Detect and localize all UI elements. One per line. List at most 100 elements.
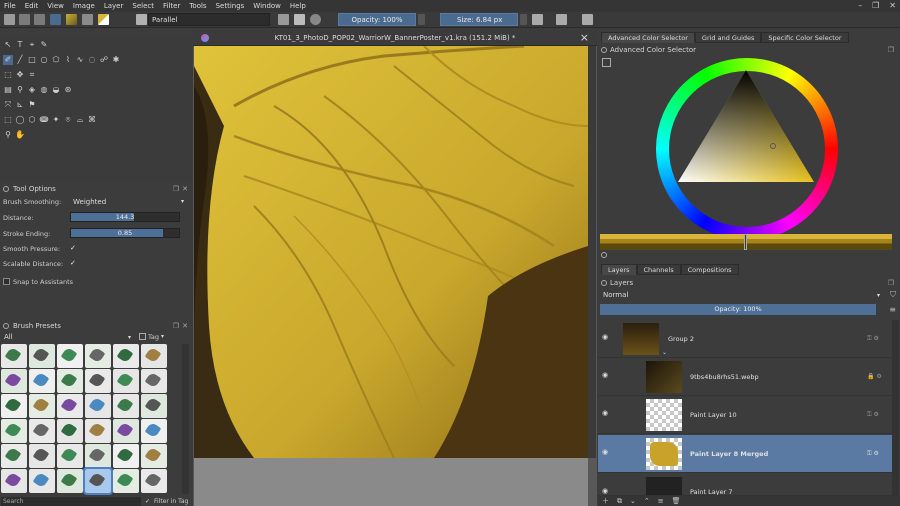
layer-row-image[interactable]: ◉ 9tbs4bu8rhs51.webp 🔒 ⚙ [598, 358, 892, 396]
brush-preset-item[interactable] [85, 369, 111, 393]
canvas-scroll-strip[interactable] [194, 458, 588, 506]
layer-state-icons[interactable]: ⚿ ⚙ [867, 335, 889, 342]
contiguous-select-icon[interactable]: ✦ [51, 115, 61, 125]
opacity-slider[interactable]: Opacity: 100% [338, 13, 416, 26]
brush-preset-item[interactable] [57, 444, 83, 468]
zoom-tool-icon[interactable]: ⚲ [3, 130, 13, 140]
ellipse-select-icon[interactable]: ◯ [15, 115, 25, 125]
brush-preset-item[interactable] [85, 344, 111, 368]
eye-icon[interactable]: ◉ [602, 410, 610, 417]
brush-preset-item[interactable] [57, 419, 83, 443]
brush-preset-item[interactable] [113, 394, 139, 418]
text-tool-icon[interactable]: T [15, 40, 25, 50]
snap-checkbox[interactable] [3, 278, 10, 285]
layer-row-paint-7[interactable]: ◉ Paint Layer 7 [598, 474, 892, 496]
brush-editor-icon[interactable] [50, 14, 61, 25]
brush-smoothing-select[interactable]: Weighted ▾ [70, 196, 187, 207]
float-panel-icon[interactable]: ❐ [888, 279, 894, 287]
line-tool-icon[interactable]: ╱ [15, 55, 25, 65]
brush-preset-item[interactable] [57, 344, 83, 368]
brush-search-input[interactable]: Search [1, 497, 141, 506]
delete-layer-icon[interactable]: 🗑 [672, 497, 681, 505]
color-swatch-icon[interactable] [98, 14, 109, 25]
brush-preset-item[interactable] [113, 444, 139, 468]
smooth-pressure-checkbox[interactable]: ✓ [70, 244, 78, 252]
menu-tools[interactable]: Tools [189, 2, 206, 10]
blend-mode-select[interactable]: Normal ▾ [600, 290, 882, 300]
brush-preset-item[interactable] [85, 419, 111, 443]
layers-scrollbar[interactable] [892, 320, 899, 496]
brush-preset-item[interactable] [1, 344, 27, 368]
size-spin-icon[interactable] [520, 14, 527, 25]
document-close-icon[interactable]: × [580, 30, 589, 46]
color-settings-icon[interactable] [602, 58, 611, 67]
preserve-alpha-icon[interactable] [294, 14, 305, 25]
select-shapes-icon[interactable]: ↖ [3, 40, 13, 50]
rectangle-tool-icon[interactable]: □ [27, 55, 37, 65]
menu-window[interactable]: Window [253, 2, 281, 10]
brush-preset-icon[interactable] [136, 14, 147, 25]
menu-help[interactable]: Help [290, 2, 306, 10]
size-slider[interactable]: Size: 6.84 px [440, 13, 518, 26]
restore-icon[interactable]: ❐ [872, 1, 879, 11]
brush-preset-item[interactable] [29, 369, 55, 393]
layer-menu-icon[interactable]: ≡ [889, 305, 896, 314]
lock-icon[interactable] [3, 185, 9, 192]
stroke-ending-slider[interactable]: 0.85 [70, 228, 180, 238]
brush-mode-select[interactable]: Parallel [148, 13, 270, 26]
mirror-vertical-icon[interactable] [556, 14, 567, 25]
add-layer-icon[interactable]: ＋ [602, 496, 609, 506]
brush-preset-item[interactable] [85, 444, 111, 468]
close-panel-icon[interactable]: ✕ [182, 185, 188, 193]
menu-filter[interactable]: Filter [163, 2, 180, 10]
polyline-tool-icon[interactable]: ⌇ [63, 55, 73, 65]
menu-select[interactable]: Select [132, 2, 154, 10]
layer-state-icons[interactable]: ⚿ ⚙ [867, 411, 889, 418]
new-document-icon[interactable] [4, 14, 15, 25]
filter-layers-icon[interactable]: ⛉ [890, 290, 896, 300]
gradient-tool-icon[interactable]: ▤ [3, 85, 13, 95]
brush-preset-item[interactable] [29, 394, 55, 418]
polygon-select-icon[interactable]: ⬡ [27, 115, 37, 125]
assistant-tool-icon[interactable]: ⤧ [3, 100, 13, 110]
canvas-vertical-scrollbar[interactable] [588, 46, 596, 458]
reload-preset-icon[interactable] [310, 14, 321, 25]
window-close-icon[interactable]: ✕ [889, 1, 896, 11]
freehand-path-icon[interactable]: ◌ [87, 55, 97, 65]
menu-file[interactable]: File [4, 2, 16, 10]
brush-preset-item[interactable] [113, 344, 139, 368]
distance-slider[interactable]: 144.3 [70, 212, 180, 222]
ellipse-tool-icon[interactable]: ○ [39, 55, 49, 65]
brush-preset-item[interactable] [57, 469, 83, 493]
bezier-tool-icon[interactable]: ∿ [75, 55, 85, 65]
expand-group-icon[interactable]: ⌄ [662, 349, 667, 356]
calligraphy-icon[interactable]: ✎ [39, 40, 49, 50]
transform-tool-icon[interactable]: ⬚ [3, 70, 13, 80]
brush-preset-item[interactable] [1, 444, 27, 468]
dynamic-brush-icon[interactable]: ☍ [99, 55, 109, 65]
color-picker-icon[interactable]: ⚲ [15, 85, 25, 95]
open-document-icon[interactable] [19, 14, 30, 25]
move-tool-icon[interactable]: ✥ [15, 70, 25, 80]
multibrush-icon[interactable]: ✱ [111, 55, 121, 65]
brush-preset-item[interactable] [141, 369, 167, 393]
brush-scrollbar[interactable] [182, 344, 189, 494]
brush-preset-item[interactable] [1, 419, 27, 443]
lock-icon[interactable] [601, 279, 607, 286]
layer-row-paint-8-merged[interactable]: ◉ Paint Layer 8 Merged ⚿ ⚙ [598, 435, 892, 473]
freehand-select-icon[interactable]: ↈ [39, 115, 49, 125]
canvas-artwork[interactable] [194, 46, 588, 458]
sv-triangle[interactable] [678, 70, 818, 184]
close-panel-icon[interactable]: ✕ [182, 322, 188, 330]
menu-settings[interactable]: Settings [216, 2, 245, 10]
brush-preset-item[interactable] [29, 469, 55, 493]
enclose-fill-icon[interactable]: ⊛ [63, 85, 73, 95]
similar-select-icon[interactable]: ⌾ [63, 115, 73, 125]
freehand-brush-icon[interactable]: ✐ [3, 55, 13, 65]
rect-select-icon[interactable]: ⬚ [3, 115, 13, 125]
layer-row-paint-10[interactable]: ◉ Paint Layer 10 ⚿ ⚙ [598, 396, 892, 434]
brush-preset-item[interactable] [29, 419, 55, 443]
menu-image[interactable]: Image [73, 2, 95, 10]
wrap-around-icon[interactable] [582, 14, 593, 25]
tab-specific-color-selector[interactable]: Specific Color Selector [761, 32, 849, 43]
